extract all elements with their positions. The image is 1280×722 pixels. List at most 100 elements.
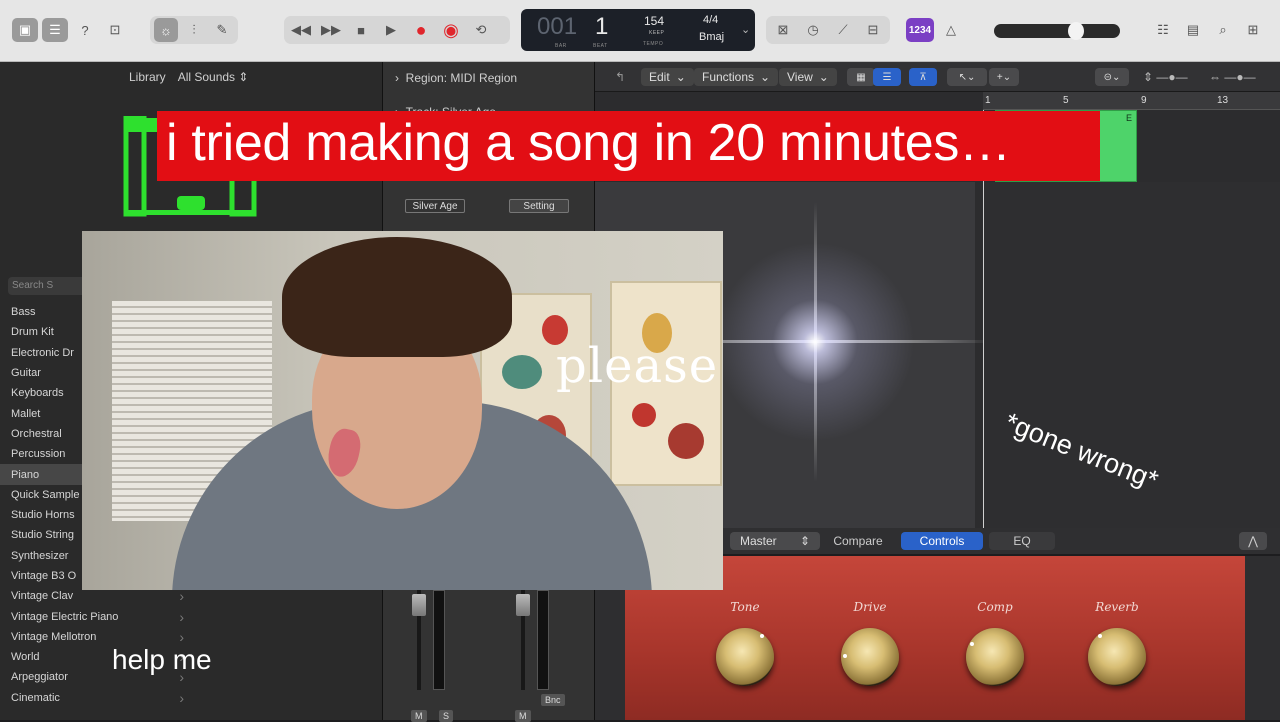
catch-playhead-icon[interactable]: ⊼ xyxy=(909,68,937,86)
library-item-label: Mallet xyxy=(11,407,41,420)
right-fader: Bnc xyxy=(507,590,597,720)
rewind-icon[interactable]: ◀◀ xyxy=(288,18,314,42)
preset-select[interactable]: Master ⇕ xyxy=(730,532,820,550)
stop-icon[interactable]: ■ xyxy=(348,18,374,42)
horizontal-zoom-slider[interactable]: ⇔ —●— xyxy=(1201,68,1264,86)
mute-button[interactable]: M xyxy=(411,710,427,722)
lcd-display[interactable]: 001 BAR 1 BEAT 154 KEEP TEMPO 4/4 Bmaj ⌄ xyxy=(521,9,755,51)
region-inspector-header[interactable]: › Region: MIDI Region xyxy=(395,71,517,85)
help-me-caption: help me xyxy=(112,644,212,675)
notepad-icon[interactable]: ▤ xyxy=(1180,18,1206,42)
vertical-zoom-slider[interactable]: ⇕ —●— xyxy=(1135,68,1196,86)
list-view-icon[interactable]: ☰ xyxy=(873,68,901,86)
plugin-right-margin xyxy=(1245,556,1280,720)
library-header: Library All Sounds ⇕ xyxy=(0,62,383,92)
solo-mode-icon[interactable]: ⊟ xyxy=(860,18,886,42)
editor-icon[interactable]: ✎ xyxy=(210,18,234,42)
library-item-label: Orchestral xyxy=(11,427,62,440)
reverb-knob[interactable] xyxy=(1088,628,1146,686)
preset-label: Master xyxy=(740,534,777,548)
library-item-label: Studio Horns xyxy=(11,509,75,522)
drive-label: Drive xyxy=(853,600,887,614)
reverb-knob-group: Reverb xyxy=(1077,600,1157,686)
library-item-label: Bass xyxy=(11,306,36,319)
play-icon[interactable]: ▶ xyxy=(378,18,404,42)
lcd-bar-caption: BAR xyxy=(555,43,567,49)
view-menu[interactable]: View ⌄ xyxy=(779,68,837,86)
inspector-toggle-icon[interactable]: ☰ xyxy=(42,18,68,42)
mute-button[interactable]: M xyxy=(515,710,531,722)
grid-view-icon[interactable]: ▦ xyxy=(847,68,875,86)
lcd-menu-chevron-icon[interactable]: ⌄ xyxy=(741,23,750,36)
count-in-badge[interactable]: 1234 xyxy=(906,18,934,42)
ruler-mark: 1 xyxy=(985,95,991,106)
library-item-label: Vintage Clav xyxy=(11,590,74,603)
knob-indicator xyxy=(760,634,764,638)
edit-menu-label: Edit xyxy=(649,70,670,84)
library-filter[interactable]: All Sounds ⇕ xyxy=(178,70,249,84)
replace-icon[interactable]: ⊠ xyxy=(770,18,796,42)
library-item[interactable]: Vintage Electric Piano › xyxy=(0,606,190,626)
knob-indicator xyxy=(843,654,847,658)
transport-group: ◀◀ ▶▶ ■ ▶ ● ◉ ⟲ xyxy=(284,16,510,44)
smart-controls-icon[interactable]: ☼ xyxy=(154,18,178,42)
fast-forward-icon[interactable]: ▶▶ xyxy=(318,18,344,42)
eq-tab[interactable]: EQ xyxy=(989,532,1055,550)
edit-menu[interactable]: Edit ⌄ xyxy=(641,68,694,86)
compare-tab[interactable]: Compare xyxy=(825,532,891,550)
lens-flare xyxy=(715,242,915,442)
pointer-tool-icon[interactable]: ↖⌄ xyxy=(947,68,987,86)
library-item[interactable]: Cinematic › xyxy=(0,688,190,708)
loop-browser-icon[interactable]: ⌕ xyxy=(1210,18,1236,42)
bar-ruler[interactable]: 1 5 9 13 xyxy=(983,92,1280,110)
please-caption: please xyxy=(556,338,719,394)
master-volume-slider[interactable] xyxy=(994,22,1120,40)
automation-icon[interactable]: ⊝⌄ xyxy=(1095,68,1129,86)
functions-menu[interactable]: Functions ⌄ xyxy=(694,68,779,86)
channel-strip-setting[interactable]: Setting xyxy=(509,199,569,213)
lcd-tempo-caption: TEMPO xyxy=(643,41,664,47)
expand-icon[interactable]: ⋀ xyxy=(1239,532,1267,550)
ruler-mark: 9 xyxy=(1141,95,1147,106)
record-icon[interactable]: ● xyxy=(408,18,434,42)
fader-handle[interactable] xyxy=(516,594,530,616)
toolbar-toggle-icon[interactable]: ⊡ xyxy=(102,18,128,42)
library-item-label: Quick Sample xyxy=(11,488,80,501)
lcd-tempo: 154 xyxy=(644,14,665,28)
library-item-label: Keyboards xyxy=(11,387,64,400)
library-title: Library xyxy=(129,70,166,84)
tuner-icon[interactable]: ⟋ xyxy=(830,18,856,42)
view-buttons-group: ▣ ☰ ? ⊡ xyxy=(8,16,132,44)
master-volume-handle[interactable] xyxy=(1068,22,1084,40)
drive-knob[interactable] xyxy=(841,628,899,686)
region-label: Region: MIDI Region xyxy=(405,71,518,85)
pencil-tool-icon[interactable]: +⌄ xyxy=(989,68,1019,86)
leaf-illustration xyxy=(502,355,542,389)
comp-knob-group: Comp xyxy=(955,600,1035,686)
tone-knob[interactable] xyxy=(716,628,774,686)
chevron-right-icon: › xyxy=(179,588,184,605)
metronome-icon[interactable]: △ xyxy=(938,18,964,42)
quick-help-icon[interactable]: ? xyxy=(72,18,98,42)
tone-knob-group: Tone xyxy=(705,600,785,686)
functions-menu-label: Functions xyxy=(702,70,755,84)
list-editors-icon[interactable]: ☷ xyxy=(1150,18,1176,42)
library-item-label: World xyxy=(11,651,40,664)
autopunch-icon[interactable]: ◷ xyxy=(800,18,826,42)
back-arrow-icon[interactable]: ↰ xyxy=(607,68,633,86)
fader-handle[interactable] xyxy=(412,594,426,616)
mixer-icon[interactable]: ⫶ xyxy=(182,18,206,42)
solo-button[interactable]: S xyxy=(439,710,454,722)
browser-icon[interactable]: ⊞ xyxy=(1240,18,1266,42)
cycle-icon[interactable]: ⟲ xyxy=(468,18,494,42)
lcd-time-signature: 4/4 xyxy=(703,14,719,26)
library-item-label: Vintage B3 O xyxy=(11,570,77,582)
comp-knob[interactable] xyxy=(966,628,1024,686)
channel-strip-name[interactable]: Silver Age xyxy=(405,199,465,213)
capture-record-icon[interactable]: ◉ xyxy=(438,18,464,42)
library-toggle-icon[interactable]: ▣ xyxy=(12,18,38,42)
tracks-toolbar: ↰ Edit ⌄ Functions ⌄ View ⌄ ▦ ☰ ⊼ ↖⌄ +⌄ ⊝⌄ … xyxy=(595,62,1280,92)
library-item-label: Vintage Electric Piano xyxy=(11,610,119,623)
controls-tab[interactable]: Controls xyxy=(901,532,983,550)
bounce-button[interactable]: Bnc xyxy=(541,694,565,706)
